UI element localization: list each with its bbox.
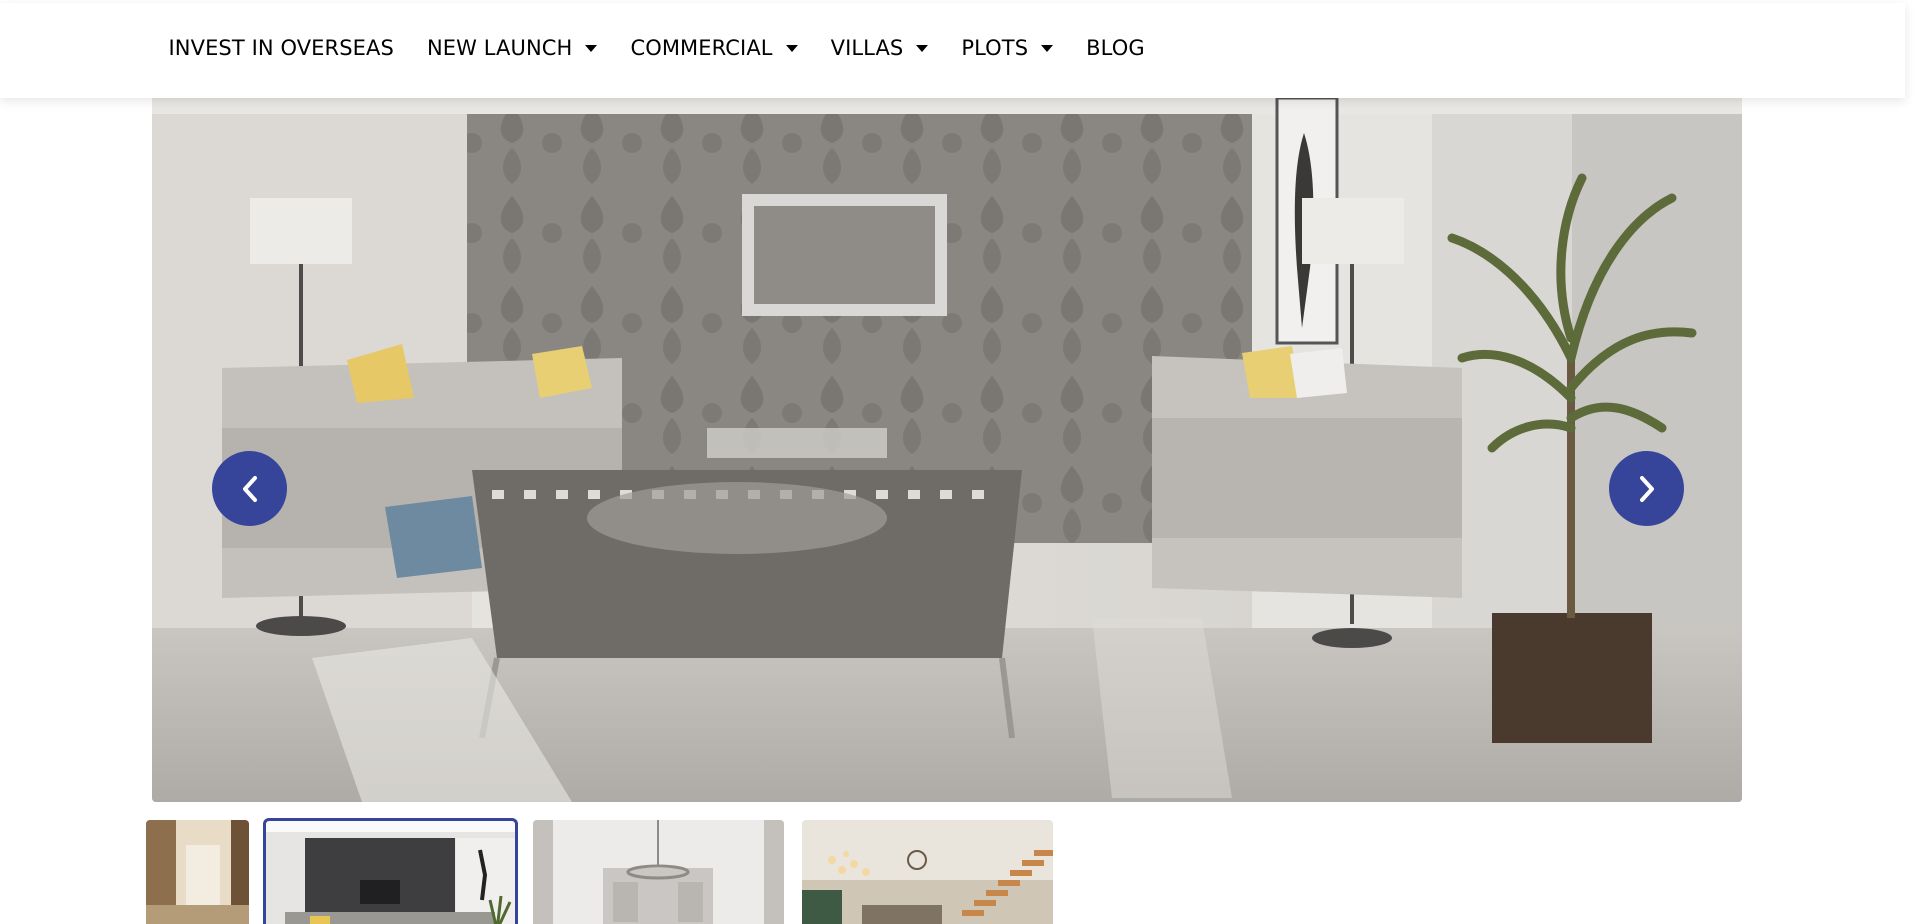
main-menu: INVEST IN OVERSEAS NEW LAUNCH COMMERCIAL… (152, 30, 1161, 66)
thumbnail-strip (0, 818, 1920, 924)
nav-item-label: VILLAS (830, 36, 904, 60)
nav-item-commercial[interactable]: COMMERCIAL (614, 30, 814, 66)
caret-down-icon (785, 44, 798, 52)
slider-prev-button[interactable] (212, 451, 287, 526)
chevron-left-icon (242, 475, 257, 502)
caret-down-icon (916, 44, 929, 52)
chevron-right-icon (1639, 475, 1654, 502)
thumbnail-hallway[interactable] (146, 820, 249, 924)
slider-next-button[interactable] (1609, 451, 1684, 526)
thumbnail-living-room[interactable] (263, 818, 518, 924)
top-navbar: INVEST IN OVERSEAS NEW LAUNCH COMMERCIAL… (0, 3, 1905, 98)
kitchen-photo (533, 820, 784, 924)
nav-item-blog[interactable]: BLOG (1070, 30, 1162, 66)
nav-item-invest-in-overseas[interactable]: INVEST IN OVERSEAS (152, 30, 410, 66)
nav-item-label: INVEST IN OVERSEAS (168, 36, 394, 60)
hallway-photo (146, 820, 249, 924)
nav-item-villas[interactable]: VILLAS (814, 30, 945, 66)
caret-down-icon (585, 44, 598, 52)
nav-item-label: BLOG (1086, 36, 1145, 60)
thumbnail-staircase-lounge[interactable] (802, 820, 1053, 924)
living-room-photo (152, 98, 1742, 802)
nav-item-label: NEW LAUNCH (426, 36, 573, 60)
property-image-slider[interactable] (152, 98, 1742, 802)
nav-item-plots[interactable]: PLOTS (945, 30, 1070, 66)
thumbnail-kitchen[interactable] (533, 820, 784, 924)
living-room-photo (265, 820, 516, 924)
caret-down-icon (1041, 44, 1054, 52)
staircase-lounge-photo (802, 820, 1053, 924)
nav-item-label: COMMERCIAL (630, 36, 773, 60)
page: INVEST IN OVERSEAS NEW LAUNCH COMMERCIAL… (0, 0, 1920, 924)
nav-item-new-launch[interactable]: NEW LAUNCH (410, 30, 614, 66)
nav-item-label: PLOTS (961, 36, 1029, 60)
